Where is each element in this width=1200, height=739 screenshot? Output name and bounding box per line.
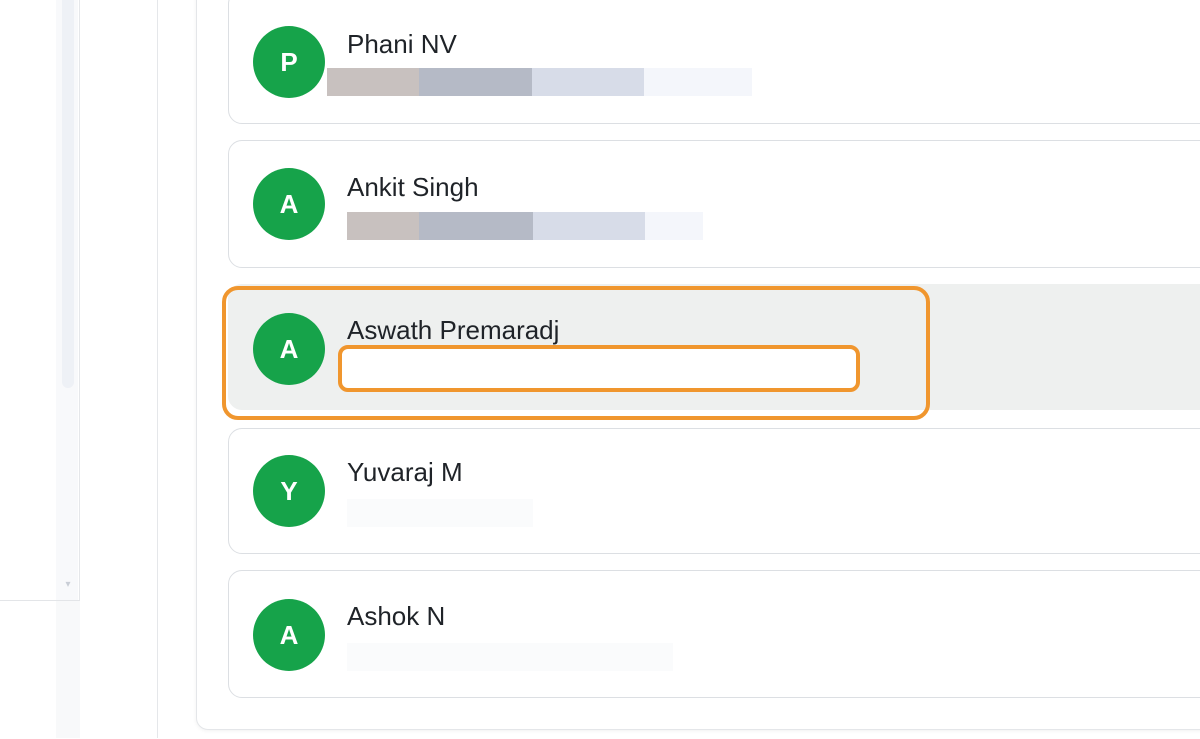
redacted-detail [347, 212, 703, 240]
avatar: Y [253, 455, 325, 527]
redacted-detail [347, 643, 673, 671]
avatar: A [253, 313, 325, 385]
scroll-down-icon[interactable]: ▾ [61, 578, 75, 592]
sidebar-footer [0, 600, 80, 739]
contact-name: Yuvaraj M [347, 457, 463, 487]
contact-name: Aswath Premaradj [347, 315, 560, 345]
contact-name: Ashok N [347, 601, 446, 631]
avatar: A [253, 599, 325, 671]
avatar: A [253, 168, 325, 240]
contact-card[interactable]: A Ashok N [228, 570, 1200, 698]
redacted-detail [327, 68, 752, 96]
contact-card[interactable]: P Phani NV [228, 0, 1200, 124]
avatar: P [253, 26, 325, 98]
redacted-detail [347, 499, 533, 527]
contact-name: Ankit Singh [347, 172, 479, 202]
contact-card[interactable]: A Ankit Singh [228, 140, 1200, 268]
contact-name: Phani NV [347, 29, 457, 59]
contact-card-selected[interactable]: A Aswath Premaradj [228, 284, 1200, 410]
contact-card[interactable]: Y Yuvaraj M [228, 428, 1200, 554]
secondary-column [80, 0, 158, 738]
sidebar-scroll-thumb[interactable] [62, 0, 74, 388]
